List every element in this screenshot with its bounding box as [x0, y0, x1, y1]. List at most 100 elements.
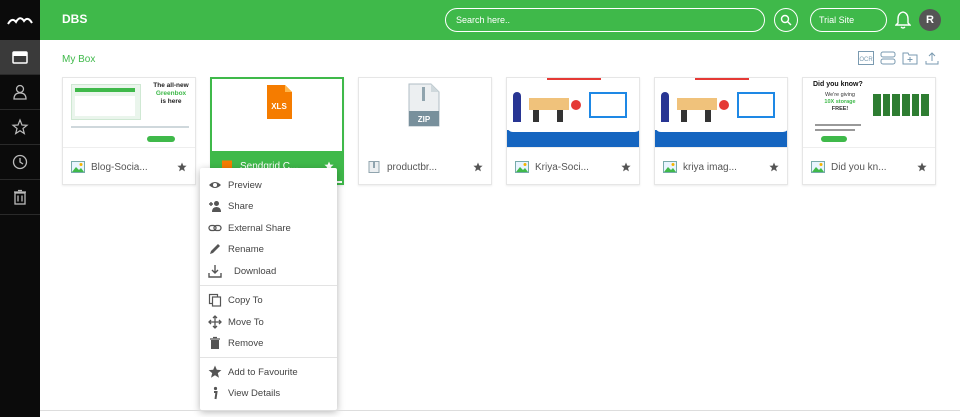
file-card[interactable]: ZIP productbr... [358, 77, 492, 185]
menu-divider [200, 357, 337, 358]
file-card[interactable]: Did you know? We're giving 10X storage F… [802, 77, 936, 185]
menu-divider [200, 285, 337, 286]
avatar[interactable]: R [919, 9, 941, 31]
menu-item-external-share[interactable]: External Share [200, 218, 337, 238]
file-name: Did you kn... [831, 161, 887, 173]
trial-site-button[interactable]: Trial Site [810, 8, 887, 32]
thumb-text: The all-new [153, 82, 189, 89]
file-card-footer: Did you kn... [803, 152, 935, 182]
image-file-icon [71, 161, 85, 173]
user-icon [13, 84, 27, 100]
file-card[interactable]: kriya imag... [654, 77, 788, 185]
favourite-star-icon[interactable] [177, 162, 187, 172]
search-input[interactable] [445, 8, 765, 32]
file-thumbnail [655, 78, 787, 148]
menu-item-preview[interactable]: Preview [200, 175, 337, 195]
breadcrumb[interactable]: My Box [62, 54, 95, 65]
context-menu: Preview Share External Share Rename Down… [200, 168, 337, 410]
file-card-footer: Blog-Socia... [63, 152, 195, 182]
menu-item-label: View Details [228, 387, 281, 399]
sidebar-item-trash[interactable] [0, 180, 40, 215]
menu-item-label: Download [234, 265, 277, 277]
file-card-footer: Kriya-Soci... [507, 152, 639, 182]
zip-file-icon: ZIP [408, 83, 440, 127]
file-card-footer: kriya imag... [655, 152, 787, 182]
trash-icon [14, 189, 26, 205]
svg-text:XLS: XLS [271, 102, 287, 111]
menu-item-label: External Share [228, 222, 291, 234]
bottom-divider [40, 410, 960, 417]
thumb-text: Greenbox [155, 90, 187, 97]
image-file-icon [811, 161, 825, 173]
menu-item-add-to-favourite[interactable]: Add to Favourite [200, 362, 337, 382]
app-logo[interactable] [0, 0, 40, 40]
menu-item-rename[interactable]: Rename [200, 239, 337, 259]
menu-item-move-to[interactable]: Move To [200, 312, 337, 332]
toolbar: OCR [858, 51, 940, 65]
star-icon [208, 365, 222, 378]
menu-item-label: Remove [228, 337, 264, 349]
favourite-star-icon[interactable] [769, 162, 779, 172]
link-icon [208, 224, 222, 232]
thumb-text: We're giving [825, 92, 855, 98]
search-button[interactable] [774, 8, 798, 32]
thumb-text: Did you know? [813, 81, 863, 88]
sidebar-item-favourites[interactable] [0, 110, 40, 145]
thumb-text: FREE! [831, 106, 849, 112]
ocr-icon[interactable]: OCR [858, 51, 874, 65]
zip-small-icon [368, 161, 380, 173]
file-name: Blog-Socia... [91, 161, 148, 173]
cloud-logo-icon [7, 17, 33, 25]
copy-icon [208, 293, 222, 307]
share-user-icon [209, 201, 221, 212]
trash-icon [210, 336, 220, 349]
file-card[interactable]: Kriya-Soci... [506, 77, 640, 185]
image-file-icon [663, 161, 677, 173]
top-bar: DBS Trial Site R [40, 0, 960, 40]
sidebar-item-mybox[interactable] [0, 40, 40, 75]
app-title: DBS [62, 12, 88, 26]
file-name: productbr... [387, 161, 438, 173]
pencil-icon [210, 244, 220, 254]
download-icon [208, 265, 222, 278]
file-name: kriya imag... [683, 161, 737, 173]
menu-item-label: Move To [228, 316, 264, 328]
menu-item-download[interactable]: Download [200, 261, 337, 281]
menu-item-label: Add to Favourite [228, 366, 298, 378]
clock-icon [12, 154, 28, 170]
favourite-star-icon[interactable] [473, 162, 483, 172]
search-icon [780, 14, 792, 26]
menu-item-share[interactable]: Share [200, 196, 337, 216]
thumb-text: is here [160, 98, 182, 105]
thumb-text: 10X storage [824, 99, 856, 105]
menu-item-copy-to[interactable]: Copy To [200, 290, 337, 310]
menu-item-remove[interactable]: Remove [200, 333, 337, 353]
menu-item-label: Preview [228, 179, 262, 191]
sidebar-item-shared[interactable] [0, 75, 40, 110]
list-view-icon[interactable] [880, 51, 896, 65]
menu-item-label: Rename [228, 243, 264, 255]
info-icon [213, 386, 218, 400]
file-card[interactable]: The all-new Greenbox is here Blog-Socia.… [62, 77, 196, 185]
file-name: Kriya-Soci... [535, 161, 589, 173]
menu-item-label: Copy To [228, 294, 263, 306]
file-thumbnail: Did you know? We're giving 10X storage F… [803, 78, 935, 148]
new-folder-icon[interactable] [902, 51, 918, 65]
menu-item-view-details[interactable]: View Details [200, 383, 337, 403]
bell-icon[interactable] [895, 10, 911, 30]
svg-text:OCR: OCR [859, 57, 873, 63]
menu-item-label: Share [228, 200, 254, 212]
sidebar-item-recent[interactable] [0, 145, 40, 180]
file-thumbnail: ZIP [359, 78, 491, 148]
upload-icon[interactable] [924, 51, 940, 65]
eye-icon [209, 182, 221, 188]
image-file-icon [515, 161, 529, 173]
file-grid: The all-new Greenbox is here Blog-Socia.… [62, 77, 937, 185]
favourite-star-icon[interactable] [917, 162, 927, 172]
favourite-star-icon[interactable] [621, 162, 631, 172]
box-icon [12, 51, 28, 64]
sidebar [0, 0, 40, 417]
xls-file-icon: XLS [267, 85, 292, 119]
file-card-footer: productbr... [359, 152, 491, 182]
file-thumbnail: XLS [212, 79, 342, 147]
